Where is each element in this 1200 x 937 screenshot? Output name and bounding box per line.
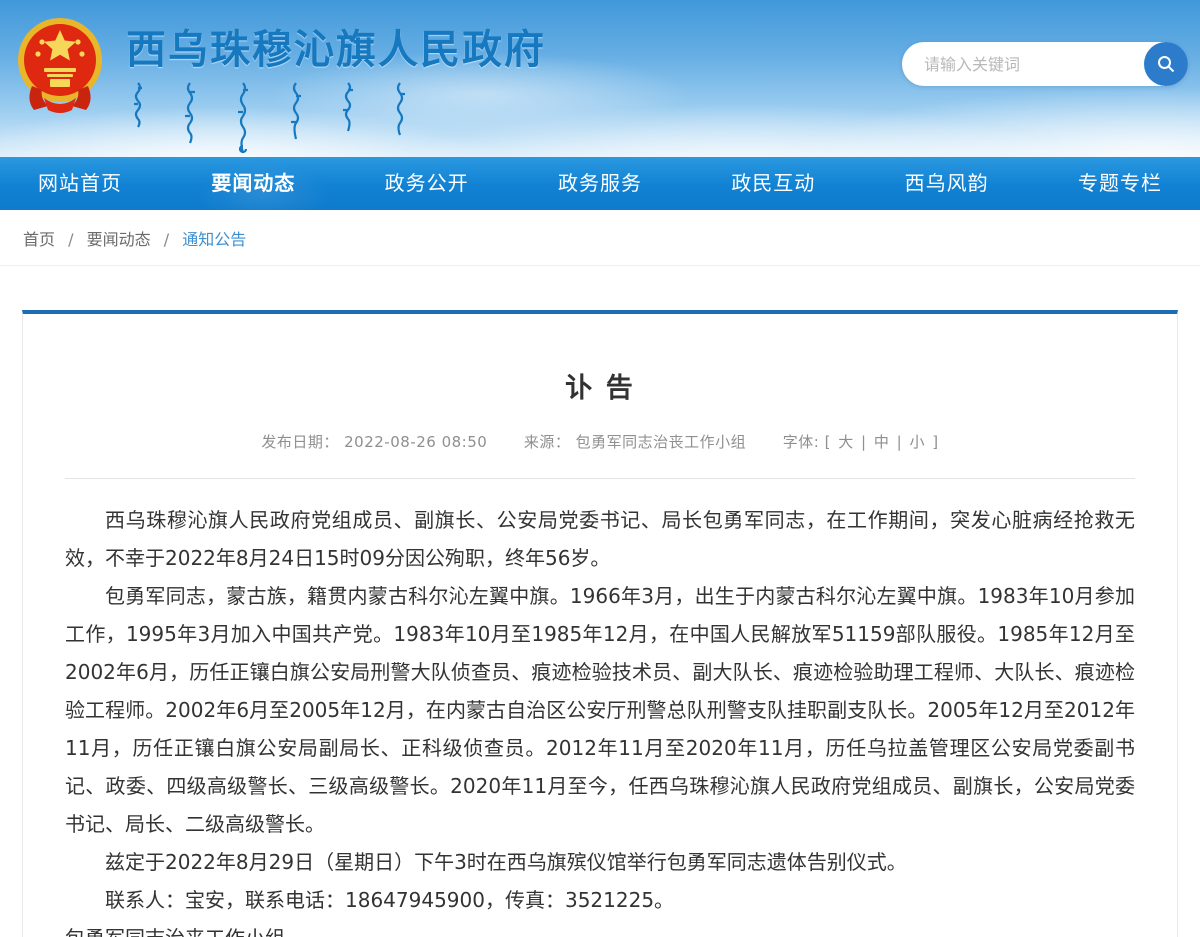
publish-date-value: 2022-08-26 08:50	[344, 433, 487, 451]
mongolian-script	[132, 82, 546, 142]
font-pipe: |	[897, 433, 903, 451]
nav-item-home[interactable]: 网站首页	[38, 157, 122, 210]
article-paragraph: 联系人：宝安，联系电话：18647945900，传真：3521225。	[65, 881, 1135, 919]
site-brand: 西乌珠穆沁旗人民政府	[14, 16, 546, 142]
breadcrumb-separator: /	[164, 230, 169, 249]
nav-item-xiwu-charm[interactable]: 西乌风韵	[905, 157, 989, 210]
breadcrumb-home[interactable]: 首页	[23, 230, 55, 249]
font-bracket-close: ]	[932, 433, 938, 451]
source-value: 包勇军同志治丧工作小组	[576, 433, 747, 451]
nav-item-gov-disclosure[interactable]: 政务公开	[385, 157, 469, 210]
article-title: 讣 告	[65, 366, 1135, 405]
main-navigation: 网站首页 要闻动态 政务公开 政务服务 政民互动 西乌风韵 专题专栏	[0, 157, 1200, 210]
national-emblem-logo	[14, 16, 106, 114]
publish-date-label: 发布日期：	[261, 433, 339, 451]
font-size-label: 字体:	[783, 433, 820, 451]
article-content: 西乌珠穆沁旗人民政府党组成员、副旗长、公安局党委书记、局长包勇军同志，在工作期间…	[65, 501, 1135, 937]
article-paragraph: 包勇军同志，蒙古族，籍贯内蒙古科尔沁左翼中旗。1966年3月，出生于内蒙古科尔沁…	[65, 577, 1135, 843]
search-box	[902, 42, 1188, 86]
mongolian-glyph-icon	[184, 82, 196, 144]
site-header: 西乌珠穆沁旗人民政府	[0, 0, 1200, 157]
signature-block: 包勇军同志治丧工作小组 2022年8月25日	[65, 919, 1135, 937]
font-size-small-button[interactable]: 小	[908, 433, 928, 451]
mongolian-glyph-icon	[290, 82, 302, 140]
brand-text: 西乌珠穆沁旗人民政府	[126, 16, 546, 142]
breadcrumb-notices-current[interactable]: 通知公告	[182, 230, 246, 249]
mongolian-glyph-icon	[394, 82, 406, 136]
search-input[interactable]	[902, 42, 1144, 86]
article-paragraph: 西乌珠穆沁旗人民政府党组成员、副旗长、公安局党委书记、局长包勇军同志，在工作期间…	[65, 501, 1135, 577]
article-meta: 发布日期： 2022-08-26 08:50 来源： 包勇军同志治丧工作小组 字…	[65, 431, 1135, 452]
meta-divider	[65, 478, 1135, 479]
font-pipe: |	[861, 433, 867, 451]
article-paragraph: 兹定于2022年8月29日（星期日）下午3时在西乌旗殡仪馆举行包勇军同志遗体告别…	[65, 843, 1135, 881]
font-size-medium-button[interactable]: 中	[872, 433, 892, 451]
search-button[interactable]	[1144, 42, 1188, 86]
breadcrumb: 首页 / 要闻动态 / 通知公告	[23, 226, 246, 250]
mongolian-glyph-icon	[236, 82, 250, 154]
signature-org: 包勇军同志治丧工作小组	[65, 919, 1135, 937]
breadcrumb-bar: 首页 / 要闻动态 / 通知公告	[0, 210, 1200, 266]
mongolian-glyph-icon	[132, 82, 144, 134]
article-card: 讣 告 发布日期： 2022-08-26 08:50 来源： 包勇军同志治丧工作…	[22, 310, 1178, 937]
breadcrumb-separator: /	[68, 230, 73, 249]
nav-item-news[interactable]: 要闻动态	[211, 157, 295, 210]
breadcrumb-news[interactable]: 要闻动态	[87, 230, 151, 249]
nav-item-gov-services[interactable]: 政务服务	[558, 157, 642, 210]
search-icon	[1156, 54, 1176, 74]
nav-item-special-topics[interactable]: 专题专栏	[1078, 157, 1162, 210]
page-body: 讣 告 发布日期： 2022-08-26 08:50 来源： 包勇军同志治丧工作…	[0, 310, 1200, 937]
site-title: 西乌珠穆沁旗人民政府	[126, 28, 546, 72]
source-label: 来源：	[524, 433, 571, 451]
font-bracket-open: [	[825, 433, 831, 451]
font-size-large-button[interactable]: 大	[836, 433, 856, 451]
mongolian-glyph-icon	[342, 82, 354, 132]
nav-item-interaction[interactable]: 政民互动	[731, 157, 815, 210]
